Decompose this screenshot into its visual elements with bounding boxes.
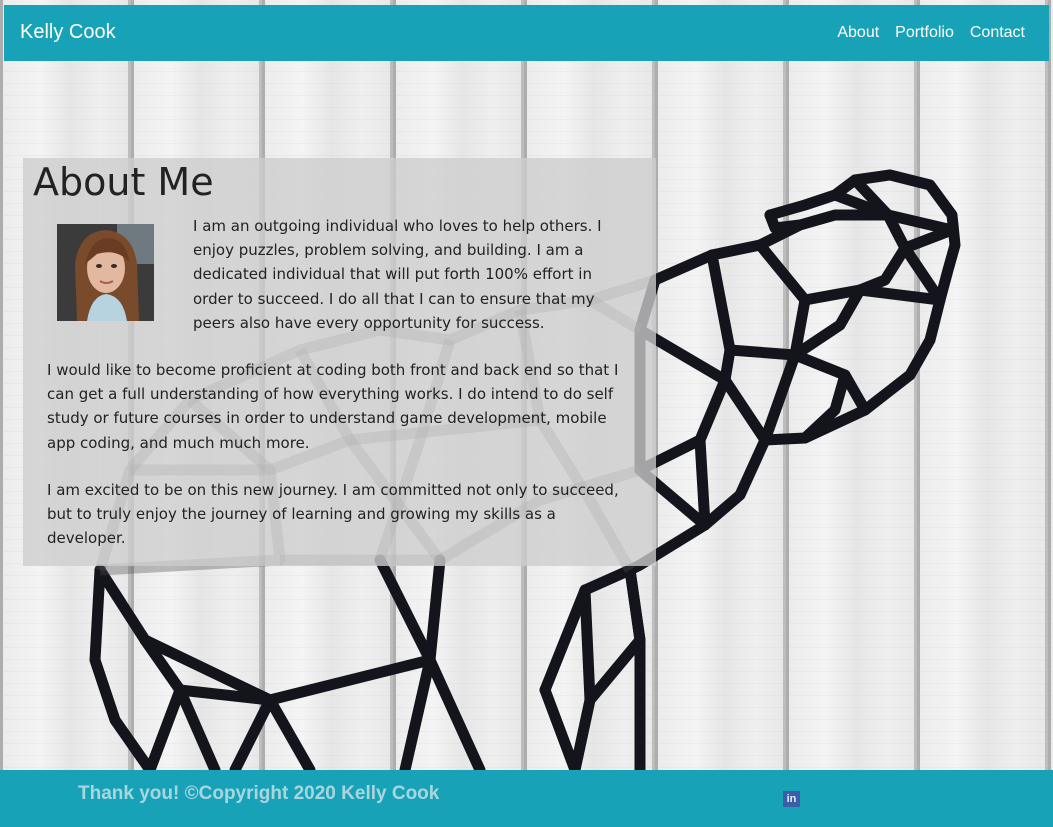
top-navbar: Kelly Cook About Portfolio Contact bbox=[4, 5, 1049, 61]
nav-links: About Portfolio Contact bbox=[837, 24, 1025, 42]
profile-photo bbox=[57, 224, 154, 321]
about-paragraph-2: I would like to become proficient at cod… bbox=[47, 361, 619, 452]
footer: Thank you! ©Copyright 2020 Kelly Cook in bbox=[0, 770, 1053, 827]
brand-link[interactable]: Kelly Cook bbox=[20, 21, 116, 44]
linkedin-icon[interactable]: in bbox=[783, 791, 800, 807]
nav-contact-link[interactable]: Contact bbox=[970, 24, 1025, 42]
nav-about-link[interactable]: About bbox=[837, 24, 879, 42]
copyright-text: Thank you! ©Copyright 2020 Kelly Cook bbox=[78, 783, 440, 804]
about-paragraph-1: I am an outgoing individual who loves to… bbox=[193, 217, 602, 332]
about-card: About Me I am an outgoing individual who… bbox=[23, 158, 656, 566]
about-paragraph-3: I am excited to be on this new journey. … bbox=[47, 481, 619, 548]
about-title: About Me bbox=[33, 160, 214, 204]
nav-portfolio-link[interactable]: Portfolio bbox=[895, 24, 954, 42]
